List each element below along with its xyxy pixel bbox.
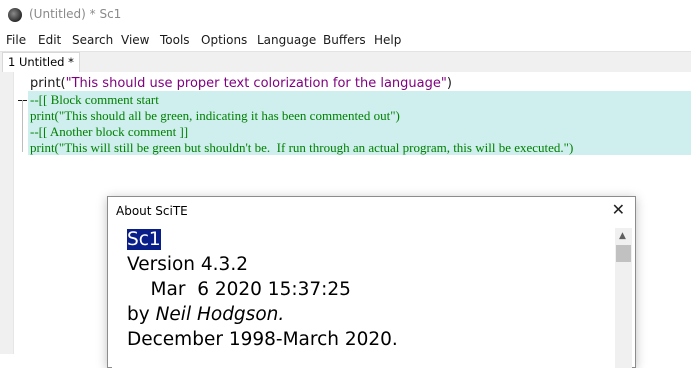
author-name: Neil Hodgson.: [155, 304, 285, 325]
comment-line-3: --[[ Another block comment ]]: [30, 124, 189, 139]
about-version: Version 4.3.2: [127, 254, 248, 275]
about-period: December 1998-March 2020.: [127, 329, 398, 350]
comment-line-1: --[[ Block comment start: [30, 92, 159, 107]
line-number-margin: [0, 72, 13, 354]
about-text-pane[interactable]: Sc1 Version 4.3.2 Mar 6 2020 15:37:25 by…: [112, 228, 632, 368]
tab-untitled[interactable]: 1 Untitled *: [2, 52, 80, 72]
selected-app-name: Sc1: [127, 229, 161, 250]
about-author-line: by Neil Hodgson.: [127, 303, 284, 327]
menu-view[interactable]: View: [121, 33, 149, 47]
menu-options[interactable]: Options: [201, 33, 247, 47]
dialog-title: About SciTE: [116, 204, 188, 218]
comment-line-2: print("This should all be green, indicat…: [30, 108, 400, 123]
code-text: print(: [30, 76, 66, 91]
code-line-1: print("This should use proper text color…: [30, 76, 452, 92]
code-text: ): [446, 76, 452, 91]
menu-file[interactable]: File: [6, 33, 26, 47]
margin-divider: [13, 72, 14, 354]
menu-buffers[interactable]: Buffers: [323, 33, 366, 47]
menu-search[interactable]: Search: [72, 33, 113, 47]
string-literal: "This should use proper text colorizatio…: [65, 76, 447, 91]
window-title: (Untitled) * Sc1: [29, 7, 122, 21]
menu-language[interactable]: Language: [257, 33, 316, 47]
menu-bar: File Edit Search View Tools Options Lang…: [0, 31, 691, 50]
about-dialog: About SciTE ✕ Sc1 Version 4.3.2 Mar 6 20…: [107, 196, 636, 368]
title-bar: (Untitled) * Sc1: [0, 0, 691, 30]
menu-tools[interactable]: Tools: [160, 33, 190, 47]
fold-guide-line: [22, 100, 23, 152]
about-build-date: Mar 6 2020 15:37:25: [127, 279, 351, 300]
about-app-name-line: Sc1: [127, 228, 161, 252]
menu-help[interactable]: Help: [374, 33, 401, 47]
menu-edit[interactable]: Edit: [38, 33, 61, 47]
by-label: by: [127, 304, 156, 325]
comment-line-4: print("This will still be green but shou…: [30, 140, 574, 155]
scroll-up-arrow-icon[interactable]: ▲: [619, 231, 626, 241]
vertical-scrollbar[interactable]: ▲: [615, 228, 632, 368]
close-icon[interactable]: ✕: [612, 200, 625, 219]
buffer-tab-bar: 1 Untitled *: [0, 51, 691, 73]
scroll-thumb[interactable]: [616, 245, 631, 262]
scite-app-icon: [8, 8, 22, 22]
